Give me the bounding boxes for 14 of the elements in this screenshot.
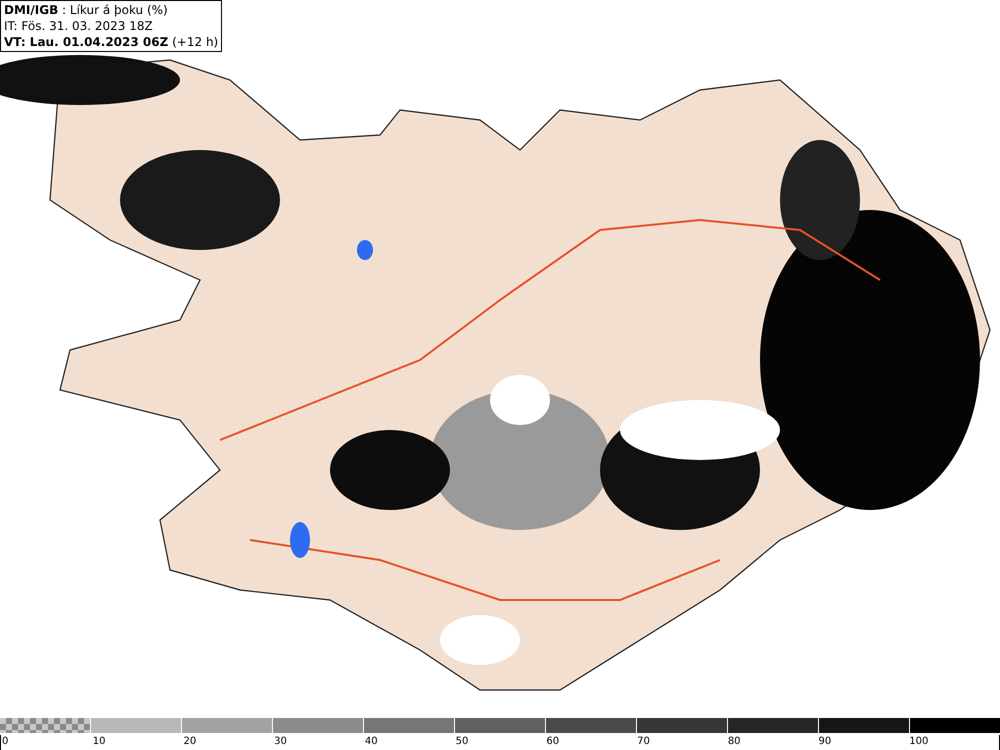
legend-label: 10 xyxy=(92,736,106,747)
legend-label: 40 xyxy=(364,736,378,747)
legend-label: 0 xyxy=(1,736,8,747)
header-text: VT: Lau. 01.04.2023 06Z (+12 h) xyxy=(4,34,218,50)
legend-label: 20 xyxy=(182,736,196,747)
header-text: DMI/IGB : Líkur á þoku (%) xyxy=(4,2,169,18)
legend-label: 30 xyxy=(273,736,287,747)
header-text: IT: Fös. 31. 03. 2023 18Z xyxy=(4,18,154,34)
legend-label: 80 xyxy=(726,736,741,747)
legend-label: 60 xyxy=(545,736,560,747)
legend-label: 100 xyxy=(908,736,928,747)
legend-label: 50 xyxy=(454,736,468,747)
legend-label: 90 xyxy=(818,736,832,747)
legend-label: 70 xyxy=(636,736,650,747)
